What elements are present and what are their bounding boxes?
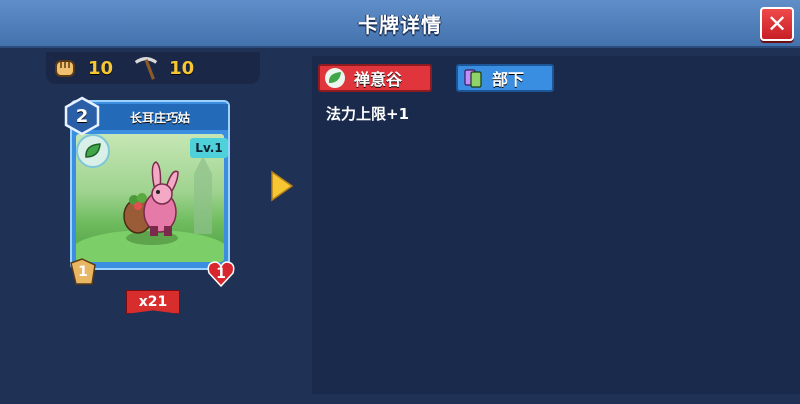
resource-pickaxe: 10 [133, 55, 194, 81]
close-icon: ✕ [766, 10, 788, 38]
attack-value: 1 [78, 264, 88, 280]
fist-icon [52, 55, 78, 81]
effect-text: 法力上限+1 [326, 105, 410, 123]
cards-icon [462, 67, 484, 89]
type-tag-label: 部下 [492, 70, 525, 89]
attack-badge: 1 [68, 257, 98, 287]
element-tag: 禅意谷 [318, 64, 432, 92]
page-title: 卡牌详情 [358, 12, 442, 37]
title-bar: 卡牌详情 ✕ [0, 0, 800, 48]
pickaxe-icon [133, 55, 159, 81]
leaf-icon [324, 67, 346, 89]
element-tag-label: 禅意谷 [354, 70, 403, 89]
health-value: 1 [216, 266, 226, 282]
arrow-right-icon [270, 170, 294, 202]
card-level: 2 [75, 105, 89, 127]
card-count: x21 [126, 290, 180, 314]
leaf-element-icon [76, 134, 110, 168]
pickaxe-value: 10 [169, 57, 195, 79]
card-name: 长耳庄巧姑 [92, 104, 228, 130]
resource-fist: 10 [52, 55, 113, 81]
card-lv-badge: Lv.1 [190, 138, 228, 158]
resource-bar: 10 10 [46, 52, 260, 84]
health-badge: 1 [206, 259, 236, 289]
fist-value: 10 [88, 57, 114, 79]
type-tag: 部下 [456, 64, 554, 92]
close-button[interactable]: ✕ [760, 7, 794, 41]
